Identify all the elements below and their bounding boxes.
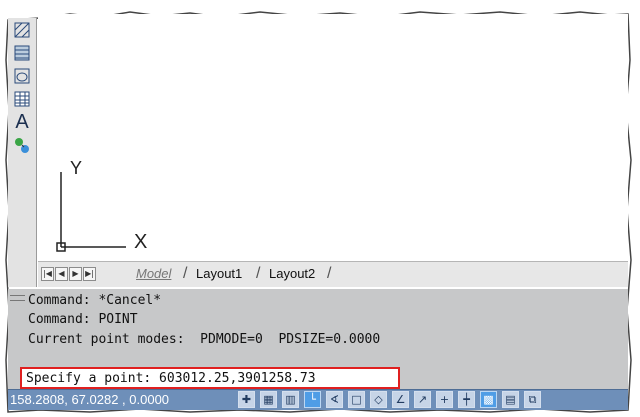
next-tab-button[interactable]: ▶ (69, 267, 82, 281)
region-icon[interactable] (12, 66, 32, 86)
cursor-coordinates[interactable]: 158.2808, 67.0282 , 0.0000 (10, 392, 169, 407)
infer-constraints-icon[interactable]: ✚ (238, 391, 255, 408)
ucs-x-label: X (134, 231, 147, 253)
selection-cycling-icon[interactable]: ⧉ (524, 391, 541, 408)
object-snap-tracking-icon[interactable]: ∠ (392, 391, 409, 408)
transparency-icon[interactable]: ▩ (480, 391, 497, 408)
multiline-text-icon[interactable]: A (12, 111, 32, 133)
add-selected-icon[interactable] (12, 135, 32, 155)
layout-tab-bar: |◀ ◀ ▶ ▶| Model / Layout1 / Layout2 / (38, 261, 628, 287)
ucs-y-label: Y (70, 158, 82, 178)
quick-properties-icon[interactable]: ▤ (502, 391, 519, 408)
tab-layout2[interactable]: Layout2 (263, 265, 321, 283)
command-history-line: Command: *Cancel* (28, 293, 162, 308)
tab-divider: / (256, 265, 261, 282)
ortho-mode-icon[interactable]: └ (304, 391, 321, 408)
polar-tracking-icon[interactable]: ∢ (326, 391, 343, 408)
dynamic-input-icon[interactable]: + (436, 391, 453, 408)
tab-model[interactable]: Model (130, 265, 177, 283)
last-tab-button[interactable]: ▶| (83, 267, 96, 281)
table-icon[interactable] (12, 89, 32, 109)
hatch-icon[interactable] (12, 20, 32, 40)
gradient-icon[interactable] (12, 43, 32, 63)
tab-divider: / (327, 265, 332, 282)
command-history-line: Command: POINT (28, 312, 138, 327)
object-snap-icon[interactable]: □ (348, 391, 365, 408)
command-history-line: Current point modes: PDMODE=0 PDSIZE=0.0… (28, 332, 381, 347)
tab-divider: / (183, 265, 188, 282)
tab-layout1[interactable]: Layout1 (190, 265, 248, 283)
drawing-canvas[interactable]: Y X (38, 14, 628, 261)
command-prompt: Specify a point: 603012.25,3901258.73 (26, 371, 316, 386)
command-window-grip[interactable] (10, 295, 25, 301)
grid-display-icon[interactable]: ▥ (282, 391, 299, 408)
3d-object-snap-icon[interactable]: ◇ (370, 391, 387, 408)
draw-toolbar: A (8, 18, 37, 287)
status-bar: 158.2808, 67.0282 , 0.0000 ✚ ▦ ▥ └ ∢ □ ◇… (8, 389, 628, 410)
previous-tab-button[interactable]: ◀ (55, 267, 68, 281)
ucs-icon: Y X (56, 158, 147, 253)
dynamic-ucs-icon[interactable]: ↗ (414, 391, 431, 408)
snap-mode-icon[interactable]: ▦ (260, 391, 277, 408)
first-tab-button[interactable]: |◀ (41, 267, 54, 281)
lineweight-icon[interactable]: ┿ (458, 391, 475, 408)
command-line-input[interactable]: Specify a point: 603012.25,3901258.73 (20, 367, 400, 389)
